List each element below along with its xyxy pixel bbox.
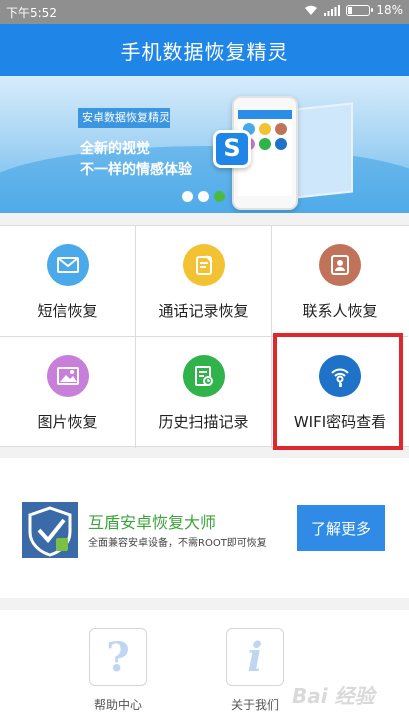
status-bar: 下午5:52 18%	[0, 0, 409, 24]
app-title: 手机数据恢复精灵	[120, 39, 289, 64]
highlight-box	[273, 333, 403, 450]
wifi-status-icon	[305, 5, 318, 15]
banner-dot[interactable]	[198, 191, 209, 202]
feature-label: 短信恢复	[37, 302, 98, 320]
app-header: 手机数据恢复精灵	[0, 24, 409, 76]
banner-line-1: 全新的视觉	[80, 141, 150, 157]
status-time: 下午5:52	[6, 6, 57, 20]
contacts-icon	[319, 244, 361, 286]
feature-label: 图片恢复	[37, 413, 98, 431]
feature-label: 联系人恢复	[302, 302, 378, 320]
image-icon	[46, 355, 89, 397]
feature-sms-recovery[interactable]: 短信恢复	[0, 226, 136, 337]
battery-icon	[346, 4, 374, 16]
app-logo-icon: S	[213, 130, 251, 168]
banner-dot[interactable]	[182, 191, 193, 202]
help-center-button[interactable]: ? 帮助中心	[88, 628, 148, 713]
banner-pagination[interactable]	[182, 191, 225, 202]
scan-history-icon	[182, 355, 225, 397]
promo-card[interactable]: 互盾安卓恢复大师 全面兼容安卓设备，不需ROOT即可恢复 了解更多	[0, 458, 409, 598]
feature-call-log-recovery[interactable]: 通话记录恢复	[136, 226, 272, 337]
learn-more-button[interactable]: 了解更多	[297, 505, 385, 551]
bottom-nav: ? 帮助中心 i 关于我们	[0, 610, 409, 727]
feature-label: 历史扫描记录	[158, 413, 249, 431]
help-center-label: 帮助中心	[93, 698, 142, 712]
feature-label: 通话记录恢复	[158, 302, 249, 320]
signal-icon	[324, 4, 341, 16]
feature-image-recovery[interactable]: 图片恢复	[0, 337, 136, 448]
feature-contacts-recovery[interactable]: 联系人恢复	[272, 226, 408, 337]
banner-dot-active[interactable]	[214, 191, 225, 202]
about-us-button[interactable]: i 关于我们	[225, 628, 285, 713]
info-icon: i	[226, 628, 284, 686]
promo-subtitle: 全面兼容安卓设备，不需ROOT即可恢复	[88, 538, 267, 549]
banner-line-2: 不一样的情感体验	[80, 162, 192, 178]
help-icon: ?	[89, 628, 147, 686]
hudun-shield-icon	[22, 502, 78, 558]
feature-scan-history[interactable]: 历史扫描记录	[136, 337, 272, 448]
baidu-watermark: Bai 经验	[292, 684, 375, 708]
call-log-icon	[182, 244, 225, 286]
battery-percent: 18%	[376, 3, 403, 17]
message-icon	[46, 244, 89, 286]
promo-title: 互盾安卓恢复大师	[88, 513, 217, 532]
banner-tag: 安卓数据恢复精灵	[78, 108, 170, 128]
about-us-label: 关于我们	[230, 698, 279, 712]
